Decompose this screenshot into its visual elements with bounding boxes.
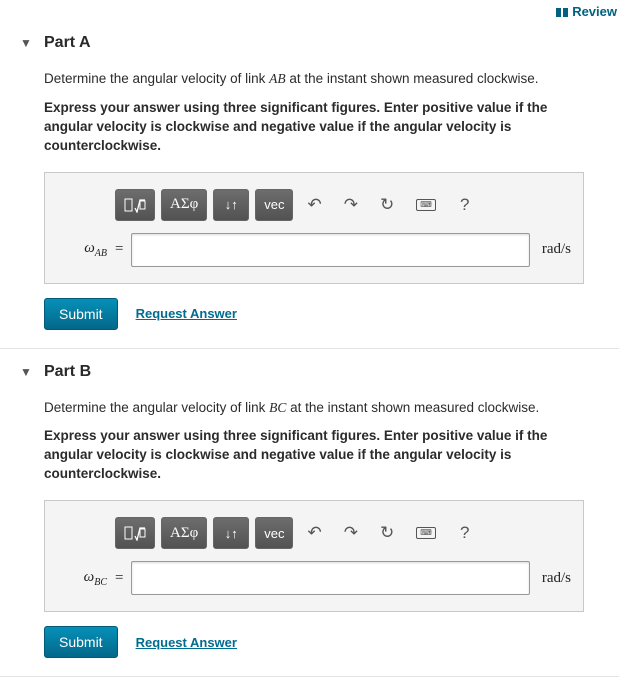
part-b-title: Part B [44,363,91,381]
equals-sign: = [115,241,123,258]
keyboard-button[interactable]: ⌨ [408,517,444,549]
reset-button[interactable]: ↻ [372,517,402,549]
subscript-button[interactable]: ↓↑ [213,189,249,221]
book-icon [555,7,569,18]
part-b-answer-box: ΑΣφ ↓↑ vec ↶ ↷ ↻ ⌨ ? ωBC = rad/s [44,500,584,612]
part-a-variable: ωAB [57,240,107,259]
template-button[interactable] [115,517,155,549]
request-answer-link[interactable]: Request Answer [136,635,237,650]
part-a-actions: Submit Request Answer [44,298,599,330]
equation-toolbar: ΑΣφ ↓↑ vec ↶ ↷ ↻ ⌨ ? [115,189,571,221]
submit-button[interactable]: Submit [44,298,118,330]
part-a-header: ▼ Part A [20,34,599,52]
keyboard-icon: ⌨ [416,199,436,211]
collapse-caret[interactable]: ▼ [20,36,30,50]
part-a-title: Part A [44,34,91,52]
subscript-button[interactable]: ↓↑ [213,517,249,549]
part-b-variable: ωBC [57,569,107,588]
vec-button[interactable]: vec [255,517,293,549]
part-a-answer-row: ωAB = rad/s [57,233,571,267]
help-button[interactable]: ? [450,189,480,221]
submit-button[interactable]: Submit [44,626,118,658]
review-link[interactable]: Review [555,4,617,19]
redo-button[interactable]: ↷ [336,189,366,221]
part-b-unit: rad/s [538,570,571,587]
greek-button[interactable]: ΑΣφ [161,517,207,549]
part-b-section: ▼ Part B Determine the angular velocity … [0,349,619,677]
part-a-answer-box: ΑΣφ ↓↑ vec ↶ ↷ ↻ ⌨ ? ωAB = rad/s [44,172,584,284]
reset-button[interactable]: ↻ [372,189,402,221]
part-b-instruction: Express your answer using three signific… [44,427,599,484]
equation-toolbar: ΑΣφ ↓↑ vec ↶ ↷ ↻ ⌨ ? [115,517,571,549]
top-bar: Review [0,0,619,20]
equals-sign: = [115,570,123,587]
keyboard-button[interactable]: ⌨ [408,189,444,221]
greek-button[interactable]: ΑΣφ [161,189,207,221]
template-button[interactable] [115,189,155,221]
undo-button[interactable]: ↶ [299,189,329,221]
part-b-input[interactable] [131,561,529,595]
vec-button[interactable]: vec [255,189,293,221]
part-b-question: Determine the angular velocity of link B… [44,399,599,418]
collapse-caret[interactable]: ▼ [20,365,30,379]
help-button[interactable]: ? [450,517,480,549]
request-answer-link[interactable]: Request Answer [136,306,237,321]
part-b-header: ▼ Part B [20,363,599,381]
undo-button[interactable]: ↶ [299,517,329,549]
part-a-unit: rad/s [538,241,571,258]
keyboard-icon: ⌨ [416,527,436,539]
fraction-root-icon [124,197,146,213]
part-a-question: Determine the angular velocity of link A… [44,70,599,89]
fraction-root-icon [124,525,146,541]
part-b-actions: Submit Request Answer [44,626,599,658]
part-b-answer-row: ωBC = rad/s [57,561,571,595]
part-a-section: ▼ Part A Determine the angular velocity … [0,20,619,349]
part-a-instruction: Express your answer using three signific… [44,99,599,156]
redo-button[interactable]: ↷ [336,517,366,549]
part-a-input[interactable] [131,233,529,267]
